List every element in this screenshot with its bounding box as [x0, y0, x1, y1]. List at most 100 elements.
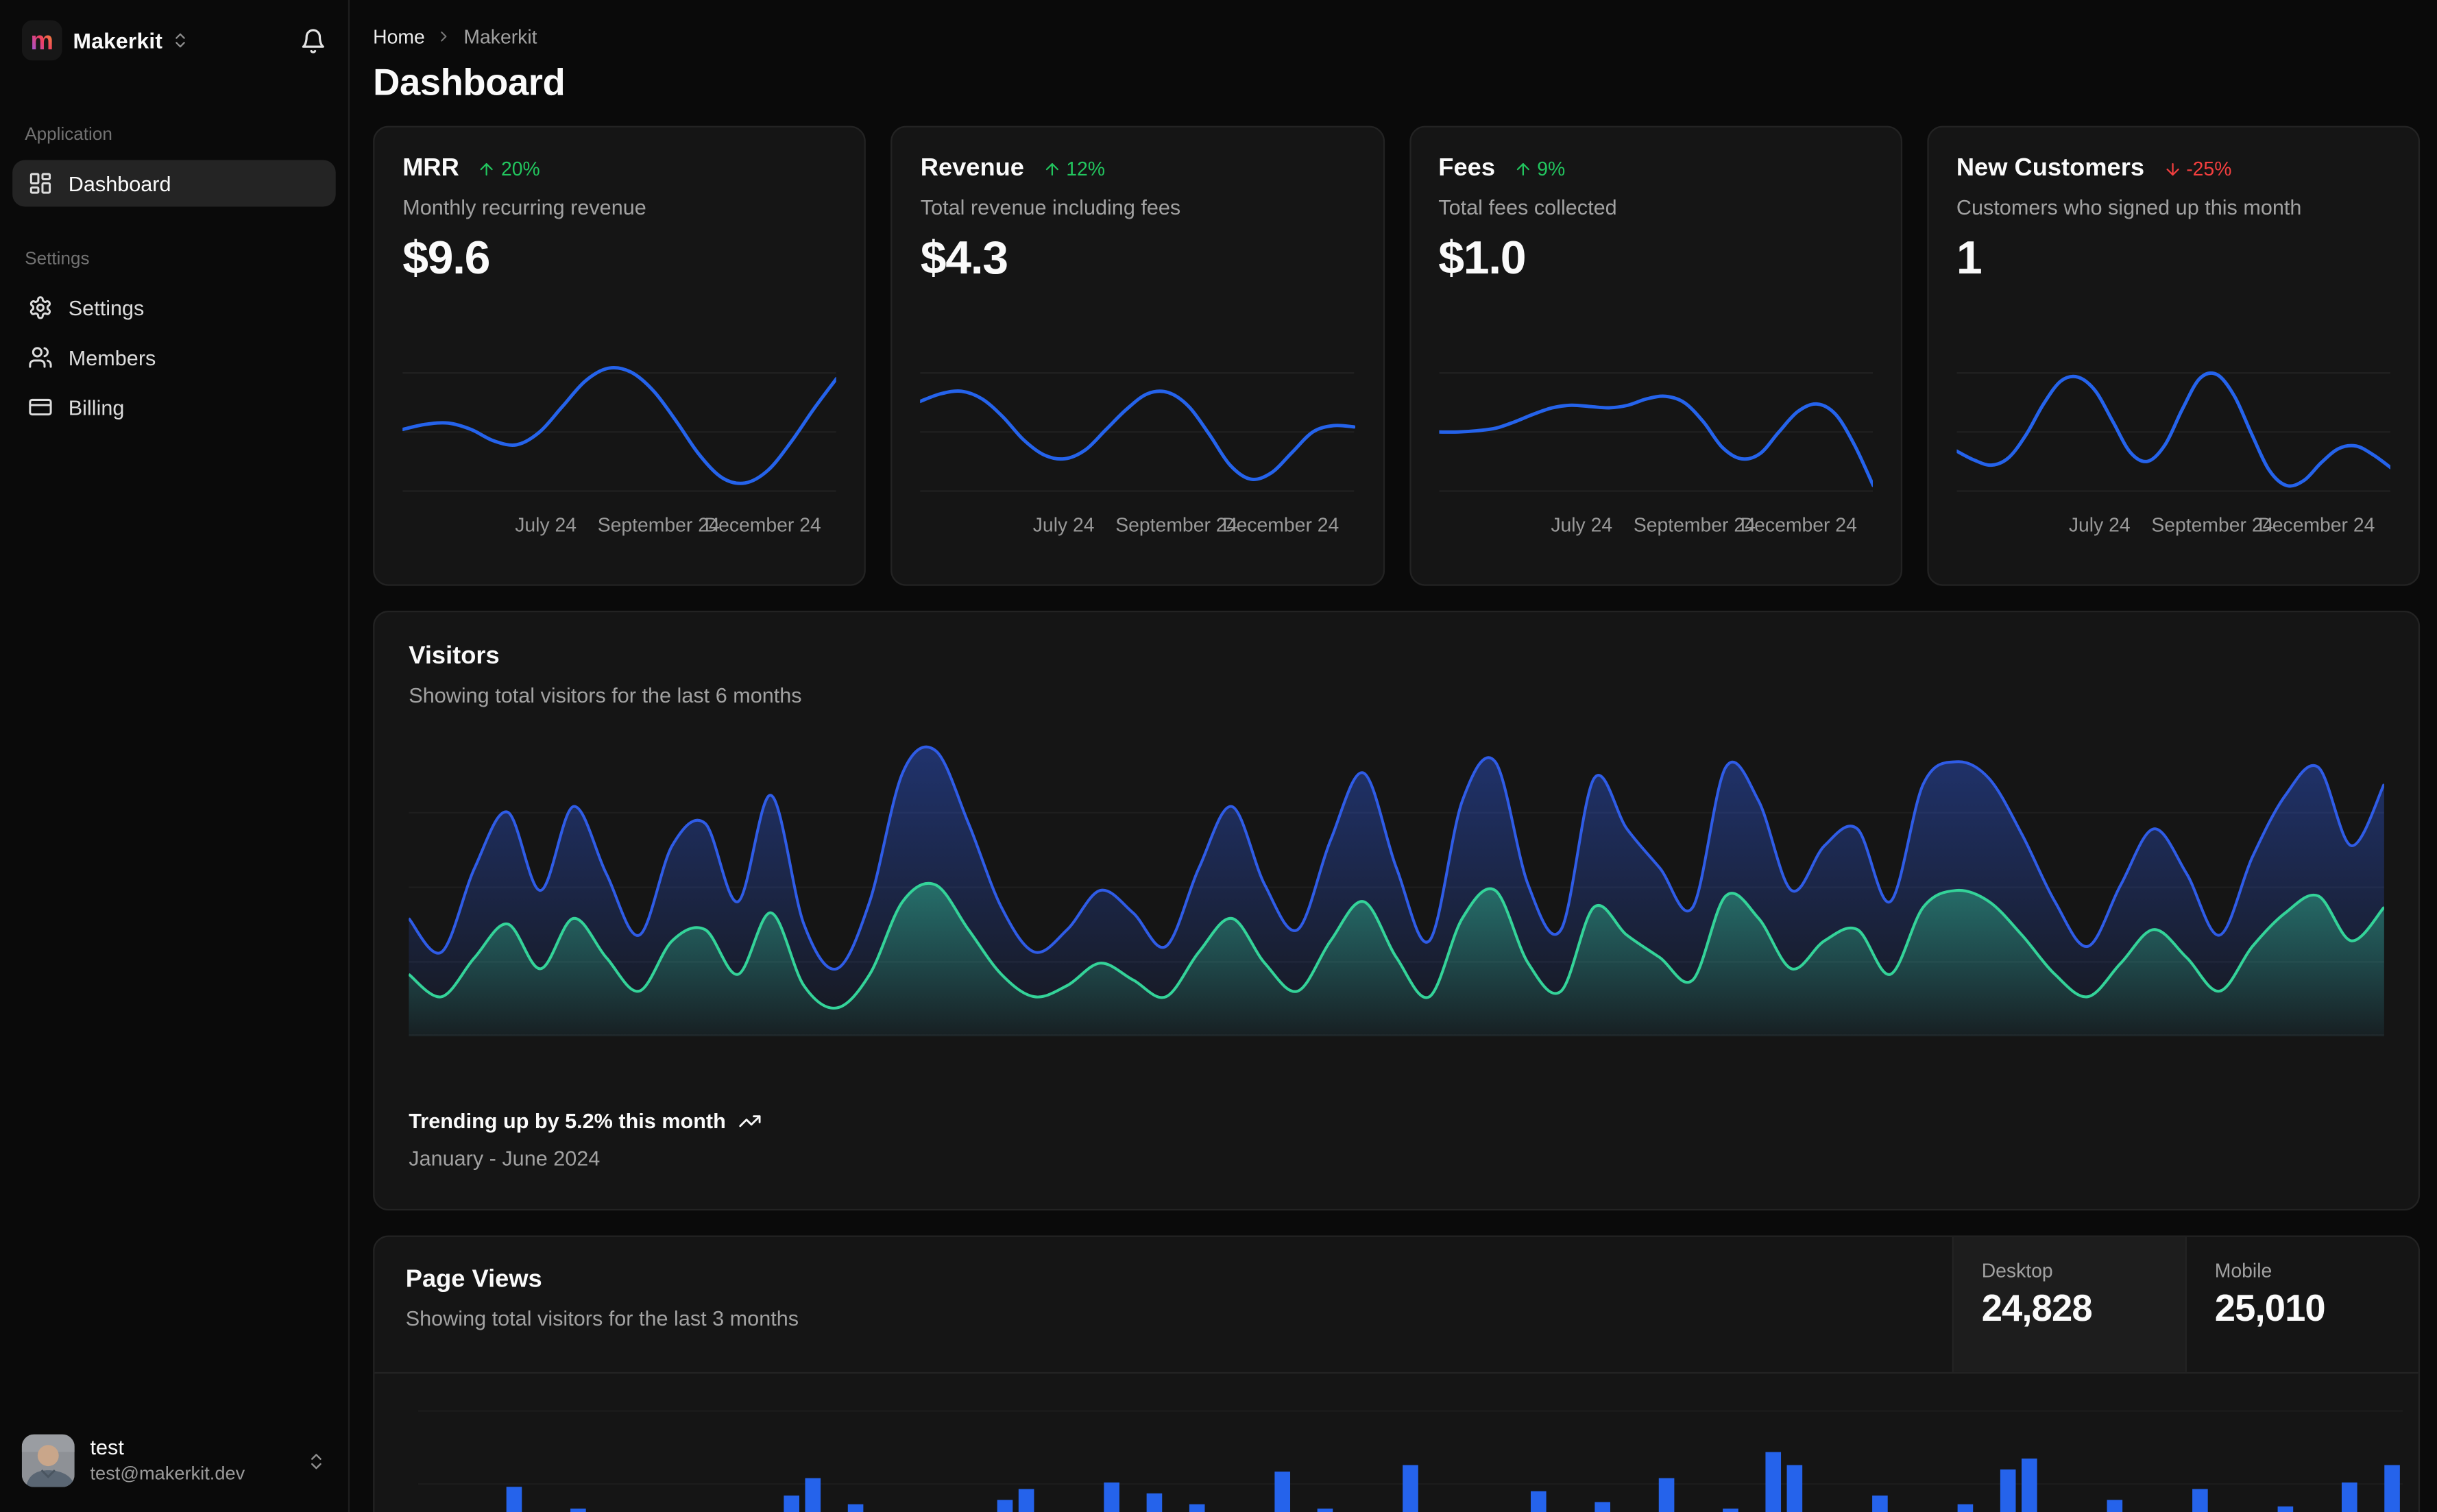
stat-card-value: $1.0: [1438, 233, 1526, 284]
chevrons-up-down-icon: [175, 33, 184, 48]
stat-card-subtitle: Customers who signed up this month: [1956, 195, 2302, 219]
credit-card-icon: [29, 398, 52, 416]
stat-card-title: MRR: [402, 155, 459, 182]
desktop-value: 24,828: [1981, 1288, 2093, 1330]
stat-card-value: $9.6: [402, 233, 490, 284]
sidebar-item-settings[interactable]: Settings: [12, 284, 336, 331]
page-views-toggles: Desktop 24,828 Mobile 25,010: [1952, 1236, 2418, 1372]
axis-tick: July 24: [1032, 514, 1095, 537]
breadcrumb: Home Makerkit: [373, 25, 2420, 48]
trend-arrow-icon: [1045, 163, 1058, 176]
stat-card-title: Fees: [1438, 155, 1495, 182]
main-content: Home Makerkit Dashboard MRR 20% Monthly …: [350, 0, 2437, 1512]
stat-card-value: $4.3: [920, 233, 1008, 284]
stat-cards-row: MRR 20% Monthly recurring revenue $9.6 J…: [373, 125, 2421, 586]
stat-sparkline: July 24 September 24 December 24: [402, 361, 837, 539]
page-views-title: Page Views: [405, 1266, 542, 1293]
page-title: Dashboard: [373, 62, 566, 104]
axis-tick: July 24: [515, 514, 577, 537]
stat-change-badge: -25%: [2163, 158, 2231, 180]
axis-tick: December 24: [2258, 514, 2375, 537]
workspace-selector[interactable]: Makerkit: [73, 28, 189, 53]
sidebar-section-settings: Settings Settings Members Billing: [12, 250, 336, 434]
axis-tick: September 24: [597, 514, 720, 537]
user-info: test test@makerkit.dev: [90, 1437, 245, 1485]
axis-tick: December 24: [704, 514, 821, 537]
sidebar-item-label: Settings: [68, 295, 145, 319]
user-email: test@makerkit.dev: [90, 1462, 245, 1484]
stat-card: Revenue 12% Total revenue including fees…: [890, 125, 1384, 586]
sidebar-item-members[interactable]: Members: [12, 334, 336, 380]
visitors-trend-text: Trending up by 5.2% this month: [409, 1109, 726, 1133]
sparkline-axis: July 24 September 24 December 24: [402, 514, 836, 539]
sidebar-item-label: Members: [68, 345, 156, 369]
breadcrumb-home-link[interactable]: Home: [373, 25, 425, 47]
stat-card-subtitle: Total revenue including fees: [920, 195, 1181, 219]
stat-change-text: -25%: [2186, 158, 2232, 180]
stat-sparkline: July 24 September 24 December 24: [1438, 361, 1873, 539]
axis-tick: September 24: [1633, 514, 1756, 537]
user-menu[interactable]: test test@makerkit.dev: [12, 1425, 336, 1496]
sparkline-chart: [920, 371, 1355, 492]
visitors-date-range: January - June 2024: [409, 1147, 601, 1171]
visitors-subtitle: Showing total visitors for the last 6 mo…: [409, 683, 802, 707]
axis-tick: December 24: [1222, 514, 1339, 537]
stat-change-badge: 12%: [1043, 158, 1105, 180]
makerkit-logo: m: [21, 20, 62, 61]
stat-card-title: Revenue: [920, 155, 1024, 182]
sparkline-chart: [402, 366, 837, 492]
chevrons-up-down-icon: [311, 1453, 322, 1469]
sparkline-axis: July 24 September 24 December 24: [1956, 514, 2390, 539]
layout-dashboard-icon: [29, 173, 51, 194]
stat-card: MRR 20% Monthly recurring revenue $9.6 J…: [373, 125, 866, 586]
sparkline-chart: [1956, 371, 2390, 492]
user-name: test: [90, 1436, 124, 1460]
stat-change-badge: 9%: [1514, 158, 1565, 180]
page-views-subtitle: Showing total visitors for the last 3 mo…: [405, 1306, 799, 1330]
chevron-right-icon: [436, 28, 453, 45]
stat-change-badge: 20%: [478, 158, 540, 180]
notifications-button[interactable]: [300, 27, 327, 54]
sidebar-item-label: Billing: [68, 395, 125, 419]
sparkline-chart: [1438, 371, 1873, 492]
trend-arrow-icon: [2166, 163, 2179, 176]
svg-text:m: m: [30, 26, 53, 55]
mobile-toggle[interactable]: Mobile 25,010: [2185, 1236, 2418, 1372]
app-root: m Makerkit Application Dashboard Setting…: [0, 0, 2437, 1512]
sidebar: m Makerkit Application Dashboard Setting…: [0, 0, 350, 1512]
stat-sparkline: July 24 September 24 December 24: [1956, 361, 2390, 539]
sidebar-item-dashboard[interactable]: Dashboard: [12, 160, 336, 207]
stat-sparkline: July 24 September 24 December 24: [920, 361, 1355, 539]
desktop-toggle[interactable]: Desktop 24,828: [1952, 1236, 2185, 1372]
mobile-label: Mobile: [2214, 1260, 2272, 1282]
desktop-label: Desktop: [1981, 1260, 2053, 1282]
axis-tick: September 24: [2151, 514, 2274, 537]
visitors-chart: [409, 735, 2384, 1037]
stat-card-value: 1: [1956, 233, 1983, 284]
avatar: [21, 1434, 75, 1487]
sidebar-item-label: Dashboard: [68, 171, 171, 195]
trend-arrow-icon: [481, 163, 494, 176]
sidebar-section-application: Application Dashboard: [12, 126, 336, 210]
visitors-card: Visitors Showing total visitors for the …: [373, 611, 2421, 1211]
bell-icon: [302, 28, 324, 53]
sparkline-axis: July 24 September 24 December 24: [1438, 514, 1872, 539]
visitors-title: Visitors: [409, 643, 500, 670]
gear-icon: [29, 296, 51, 319]
sidebar-header: m Makerkit: [21, 20, 327, 61]
stat-card-subtitle: Total fees collected: [1438, 195, 1617, 219]
page-views-card: Page Views Showing total visitors for th…: [373, 1235, 2421, 1512]
stat-card-title: New Customers: [1956, 155, 2145, 182]
axis-tick: September 24: [1115, 514, 1238, 537]
stat-card-subtitle: Monthly recurring revenue: [402, 195, 646, 219]
workspace-name: Makerkit: [73, 27, 163, 53]
sidebar-item-billing[interactable]: Billing: [12, 384, 336, 430]
stat-change-text: 12%: [1066, 158, 1105, 180]
breadcrumb-current-link[interactable]: Makerkit: [463, 25, 537, 47]
sparkline-axis: July 24 September 24 December 24: [921, 514, 1355, 539]
visitors-footer: Trending up by 5.2% this month January -…: [409, 1110, 762, 1170]
sidebar-section-label: Settings: [25, 250, 90, 269]
users-icon: [29, 347, 52, 368]
visitors-area-chart: [409, 745, 2384, 1037]
axis-tick: July 24: [1551, 514, 1613, 537]
